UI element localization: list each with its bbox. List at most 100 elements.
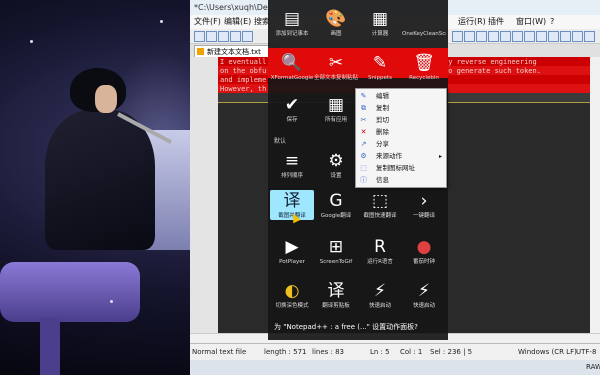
qa-pomodoro[interactable]: ● 番茄时钟 — [402, 236, 446, 266]
new-file-icon[interactable] — [194, 31, 205, 42]
ctx-info[interactable]: ⓘ 信息 — [356, 175, 446, 186]
menu-help[interactable]: ? — [550, 15, 554, 29]
ctx-label: 删除 — [376, 128, 389, 136]
gear-icon: ⚙ — [360, 152, 367, 160]
pianist-face — [95, 85, 117, 113]
ctx-label: 复制 — [376, 104, 389, 112]
save-macro-icon[interactable] — [560, 31, 571, 42]
r-language-icon: R — [374, 237, 386, 257]
open-file-icon[interactable] — [206, 31, 217, 42]
qa-settings[interactable]: ⚙ 设置 — [314, 150, 358, 180]
qa-translate-clipboard[interactable]: 译翻译剪贴板 — [314, 280, 358, 310]
qa-quick-launch[interactable]: ⚡ 快速启动 — [358, 280, 402, 310]
menu-run[interactable]: 运行(R) — [458, 15, 486, 29]
qa-quick-translate[interactable]: ⬚ 截图快速翻译 — [358, 190, 402, 220]
qa-label: OneKeyCleanScreen — [402, 31, 446, 37]
indent-guide-icon[interactable] — [512, 31, 523, 42]
panel-prompt[interactable]: 为 "Notepad++ : a free (..." 设置动作面板? — [274, 322, 418, 332]
editor-line-tail: by reverse engineering — [444, 58, 537, 66]
editor-line: and impleme — [220, 76, 267, 84]
qa-label: 番茄时钟 — [412, 259, 435, 265]
piano-stool — [0, 262, 140, 322]
qa-run-r[interactable]: R 运行R语言 — [358, 236, 402, 266]
ctx-edit[interactable]: ✎ 编辑 — [356, 91, 446, 102]
link-icon: ⬚ — [360, 164, 367, 172]
qa-label: 截图快速翻译 — [363, 213, 397, 219]
menu-window[interactable]: 窗口(W) — [516, 15, 546, 29]
taskbar: RAW — [190, 360, 600, 375]
vertical-scrollbar[interactable] — [590, 57, 600, 345]
qa-save[interactable]: ✔ 保存 — [270, 94, 314, 124]
editor-line: on the obfu — [220, 67, 267, 75]
save-icon[interactable] — [218, 31, 229, 42]
qa-quick-launch-2[interactable]: ⚡ 快速启动 — [402, 280, 446, 310]
qa-label: PotPlayer — [279, 259, 305, 265]
qa-label: 设置 — [330, 173, 342, 179]
ime-indicator[interactable]: RAW — [586, 363, 600, 371]
run-icon[interactable] — [572, 31, 583, 42]
qa-snippets[interactable]: ✎ Snippets — [358, 52, 402, 82]
calculator-icon: ▦ — [371, 9, 389, 29]
check-icon: ✔ — [284, 95, 300, 115]
qa-all-apps[interactable]: ▦ 所有应用 — [314, 94, 358, 124]
scissors-icon: ✂ — [328, 53, 344, 73]
qa-label: 所有应用 — [324, 117, 347, 123]
ctx-source-actions[interactable]: ⚙ 来源动作 ▸ — [356, 151, 446, 162]
ctx-copy-icon-url[interactable]: ⬚ 复制图标网址 — [356, 163, 446, 174]
pen-icon: ✎ — [372, 53, 388, 73]
ctx-label: 编辑 — [376, 92, 389, 100]
save-all-icon[interactable] — [230, 31, 241, 42]
show-all-chars-icon[interactable] — [500, 31, 511, 42]
status-lines: lines : 83 — [312, 348, 344, 356]
plugin-icon[interactable] — [584, 31, 595, 42]
zoom-in-icon[interactable] — [452, 31, 463, 42]
qa-one-click-translate[interactable]: › 一键翻译 — [402, 190, 446, 220]
gif-icon: ⊞ — [328, 237, 344, 257]
submenu-arrow-icon: ▸ — [438, 153, 442, 160]
menu-file[interactable]: 文件(F) — [194, 15, 221, 29]
qa-sort[interactable]: ≡ 排列顺序 — [270, 150, 314, 180]
play-macro-icon[interactable] — [548, 31, 559, 42]
qa-potplayer[interactable]: ▶ PotPlayer — [270, 236, 314, 266]
ctx-share[interactable]: ↗ 分享 — [356, 139, 446, 150]
sliders-icon: ≡ — [284, 151, 300, 171]
menu-edit[interactable]: 编辑(E) — [224, 15, 251, 29]
scissors-icon: ✂ — [360, 116, 367, 124]
menu-plugins[interactable]: 插件 — [488, 15, 504, 29]
qa-dark-mode[interactable]: ◐ 切换深色模式 — [270, 280, 314, 310]
status-col: Col : 1 — [400, 348, 423, 356]
qa-google[interactable]: 🔍 XFormatGoogle — [270, 52, 314, 82]
ctx-label: 信息 — [376, 176, 389, 184]
ctx-copy[interactable]: ⧉ 复制 — [356, 103, 446, 114]
sync-scroll-icon[interactable] — [476, 31, 487, 42]
google-icon: G — [329, 191, 343, 211]
qa-label: Recyclebin — [409, 75, 439, 81]
qa-paint[interactable]: 🎨 画图 — [314, 8, 358, 38]
lightning-icon: ⚡ — [374, 281, 386, 301]
tab-document[interactable]: 新建文本文档.txt — [194, 45, 274, 57]
qa-onekeyclean[interactable]: OneKeyCleanScreen — [402, 8, 446, 38]
qa-recyclebin[interactable]: 🗑 Recyclebin — [402, 52, 446, 82]
stop-macro-icon[interactable] — [536, 31, 547, 42]
context-menu: ✎ 编辑 ⧉ 复制 ✂ 剪切 ✕ 删除 ↗ 分享 ⚙ 来源动作 ▸ ⬚ 复制图标网址 ⓘ 信息 — [355, 88, 447, 188]
translate-icon: 译 — [283, 191, 301, 211]
ctx-cut[interactable]: ✂ 剪切 — [356, 115, 446, 126]
qa-cut-copy[interactable]: ✂ 全部文本复制粘贴 — [314, 52, 358, 82]
qa-label: 全部文本复制粘贴 — [314, 75, 358, 81]
ctx-label: 复制图标网址 — [376, 164, 415, 172]
qa-google-translate[interactable]: G Google翻译 — [314, 190, 358, 220]
close-file-icon[interactable] — [242, 31, 253, 42]
qa-notepad[interactable]: ▤ 添加到记事本 — [270, 8, 314, 38]
word-wrap-icon[interactable] — [488, 31, 499, 42]
qa-label: 快速启动 — [368, 303, 391, 309]
ctx-delete[interactable]: ✕ 删除 — [356, 127, 446, 138]
close-icon: ✕ — [360, 128, 367, 136]
qa-calculator[interactable]: ▦ 计算器 — [358, 8, 402, 38]
qa-label: 添加到记事本 — [275, 31, 309, 37]
ctx-label: 分享 — [376, 140, 389, 148]
zoom-out-icon[interactable] — [464, 31, 475, 42]
qa-screentogif[interactable]: ⊞ ScreenToGif — [314, 236, 358, 266]
ctx-label: 来源动作 — [376, 152, 402, 160]
qa-label: 计算器 — [371, 31, 389, 37]
record-macro-icon[interactable] — [524, 31, 535, 42]
